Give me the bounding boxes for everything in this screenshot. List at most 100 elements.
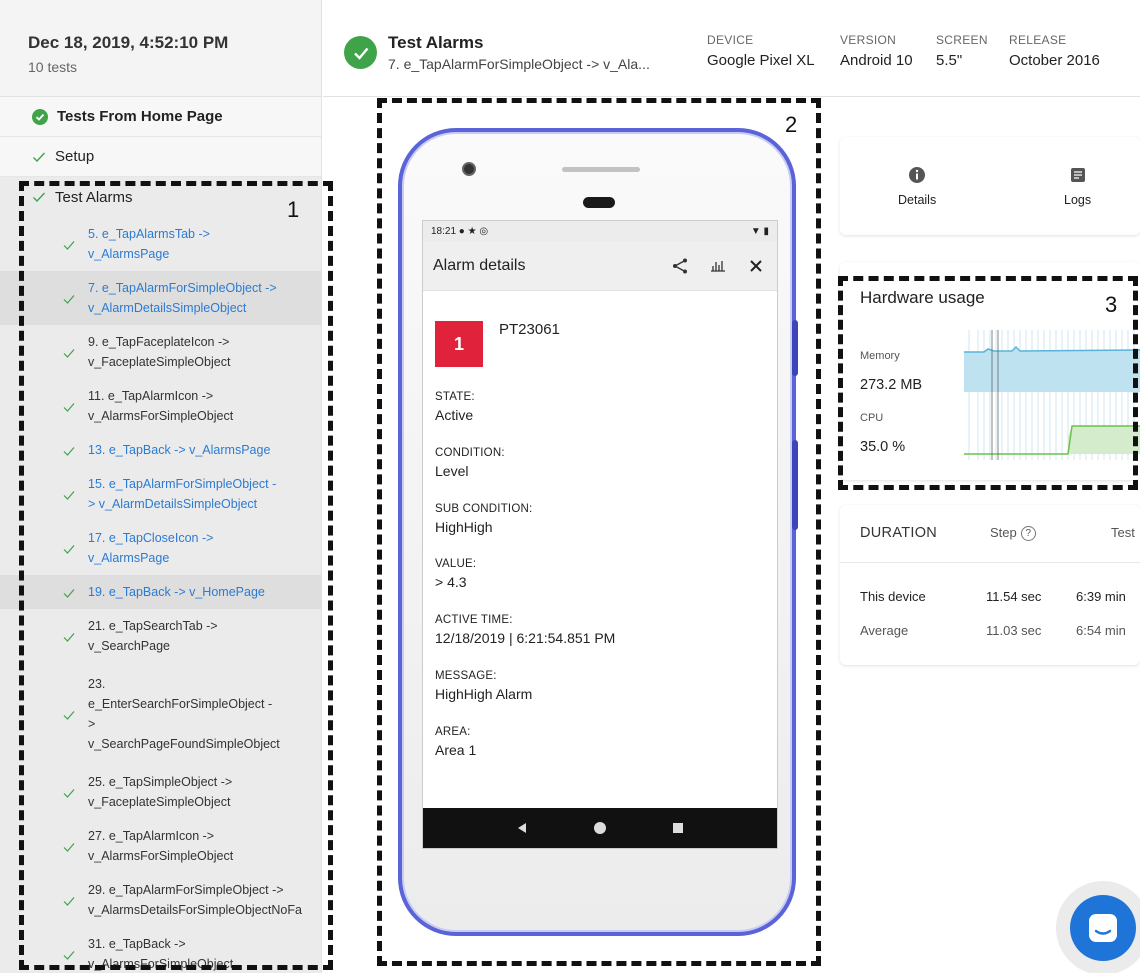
check-icon (63, 843, 75, 852)
sidebar-group-test-alarms: Test Alarms 5. e_TapAlarmsTab -> v_Alarm… (0, 177, 321, 973)
hardware-usage-chart[interactable] (964, 330, 1140, 462)
check-icon (63, 589, 75, 598)
test-duration: 6:54 min (1076, 623, 1126, 638)
field-sub-condition: SUB CONDITION: HighHigh (435, 503, 532, 535)
tab-logs[interactable]: Logs (1064, 165, 1091, 207)
check-icon (63, 447, 75, 456)
annotation-label-1: 1 (287, 197, 300, 222)
run-header[interactable]: Dec 18, 2019, 4:52:10 PM 10 tests (0, 0, 321, 97)
sidebar-item-test-alarms[interactable]: Test Alarms (0, 177, 321, 217)
duration-card: DURATION Step? Test This device 11.54 se… (840, 505, 1140, 665)
release-value: October 2016 (1009, 52, 1100, 69)
status-bar: 18:21 ● ★ ◎ ▼ ▮ (423, 221, 777, 241)
screen-label: SCREEN (936, 33, 988, 47)
alarm-object-name: PT23061 (499, 321, 560, 338)
step-item[interactable]: 15. e_TapAlarmForSimpleObject - > v_Alar… (0, 467, 321, 521)
check-icon (33, 152, 46, 162)
run-date: Dec 18, 2019, 4:52:10 PM (28, 33, 229, 52)
release-label: RELEASE (1009, 33, 1067, 47)
step-item[interactable]: 7. e_TapAlarmForSimpleObject -> v_AlarmD… (0, 271, 321, 325)
release-meta: RELEASE October 2016 (1009, 33, 1100, 69)
test-column-header: Test (1111, 525, 1135, 540)
earpiece-speaker (562, 167, 640, 172)
field-label: CONDITION: (435, 447, 505, 459)
device-screen[interactable]: 18:21 ● ★ ◎ ▼ ▮ Alarm details 1 PT23061 … (422, 220, 778, 849)
step-item[interactable]: 11. e_TapAlarmIcon -> v_AlarmsForSimpleO… (0, 379, 321, 433)
close-icon[interactable] (745, 255, 767, 277)
app-bar: Alarm details (423, 241, 777, 291)
check-icon (63, 295, 75, 304)
step-item[interactable]: 13. e_TapBack -> v_AlarmsPage (0, 433, 321, 467)
info-icon (907, 165, 927, 185)
check-icon (63, 491, 75, 500)
device-meta: DEVICE Google Pixel XL (707, 33, 815, 69)
step-column-header: Step? (990, 525, 1036, 542)
step-item[interactable]: 5. e_TapAlarmsTab -> v_AlarmsPage (0, 217, 321, 271)
field-value: Area 1 (435, 742, 477, 758)
power-button (792, 320, 798, 376)
field-label: MESSAGE: (435, 670, 497, 682)
step-label: 31. e_TapBack -> v_AlarmsForSimpleObject (88, 936, 234, 971)
field-condition: CONDITION: Level (435, 447, 505, 479)
field-value: > 4.3 (435, 574, 467, 590)
step-label: 9. e_TapFaceplateIcon -> v_FaceplateSimp… (88, 334, 231, 369)
screen-meta: SCREEN 5.5" (936, 33, 988, 69)
field-state: STATE: Active (435, 391, 475, 423)
back-nav-icon[interactable] (507, 813, 537, 843)
cpu-value: 35.0 % (860, 439, 906, 455)
volume-button (792, 440, 798, 530)
step-item[interactable]: 29. e_TapAlarmForSimpleObject -> v_Alarm… (0, 873, 321, 927)
home-nav-icon[interactable] (585, 813, 615, 843)
field-value: VALUE: > 4.3 (435, 558, 476, 590)
detail-tabs-card: Details Logs (840, 137, 1140, 235)
cpu-area (1068, 426, 1140, 454)
sidebar-item-label: Test Alarms (55, 188, 133, 206)
step-label: 7. e_TapAlarmForSimpleObject -> v_AlarmD… (88, 280, 277, 315)
step-item[interactable]: 17. e_TapCloseIcon -> v_AlarmsPage (0, 521, 321, 575)
step-item[interactable]: 31. e_TapBack -> v_AlarmsForSimpleObject (0, 927, 321, 973)
step-item[interactable]: 21. e_TapSearchTab -> v_SearchPage (0, 609, 321, 663)
check-icon (63, 711, 75, 720)
field-message: MESSAGE: HighHigh Alarm (435, 670, 532, 702)
step-subtitle: 7. e_TapAlarmForSimpleObject -> v_Ala... (388, 56, 650, 72)
step-item[interactable]: 23. e_EnterSearchForSimpleObject - > v_S… (0, 663, 321, 765)
step-item[interactable]: 25. e_TapSimpleObject -> v_FaceplateSimp… (0, 765, 321, 819)
status-icons: ▼ ▮ (750, 225, 769, 237)
sidebar-item-label: Setup (55, 148, 95, 165)
hardware-usage-title: Hardware usage (860, 288, 985, 307)
run-test-count: 10 tests (28, 59, 78, 75)
memory-area (964, 347, 1140, 392)
field-value: 12/18/2019 | 6:21:54.851 PM (435, 630, 616, 646)
android-nav-bar (423, 808, 777, 848)
test-header: Test Alarms 7. e_TapAlarmForSimpleObject… (323, 0, 1140, 97)
chart-markers (991, 330, 999, 460)
recents-nav-icon[interactable] (663, 813, 693, 843)
help-icon[interactable]: ? (1020, 526, 1036, 542)
chat-support-button[interactable] (1070, 895, 1136, 961)
trend-icon[interactable] (707, 255, 729, 277)
device-value: Google Pixel XL (707, 52, 815, 69)
step-duration: 11.03 sec (986, 623, 1042, 638)
step-duration: 11.54 sec (986, 589, 1042, 604)
step-item[interactable]: 27. e_TapAlarmIcon -> v_AlarmsForSimpleO… (0, 819, 321, 873)
device-mockup: 18:21 ● ★ ◎ ▼ ▮ Alarm details 1 PT23061 … (398, 128, 796, 936)
step-item[interactable]: 19. e_TapBack -> v_HomePage (0, 575, 321, 609)
share-icon[interactable] (669, 255, 691, 277)
field-area: AREA: Area 1 (435, 726, 476, 758)
passed-check-icon (344, 36, 377, 69)
duration-row-label: This device (860, 589, 926, 604)
check-icon (63, 951, 75, 960)
memory-value: 273.2 MB (860, 377, 923, 393)
device-body: 18:21 ● ★ ◎ ▼ ▮ Alarm details 1 PT23061 … (402, 132, 792, 932)
check-icon (63, 897, 75, 906)
sidebar-group-home[interactable]: Tests From Home Page (0, 97, 321, 137)
tab-details[interactable]: Details (898, 165, 936, 207)
sidebar-group-label: Tests From Home Page (57, 108, 223, 125)
step-item[interactable]: 9. e_TapFaceplateIcon -> v_FaceplateSimp… (0, 325, 321, 379)
check-icon (63, 545, 75, 554)
sidebar-item-setup[interactable]: Setup (0, 137, 321, 177)
step-label: 11. e_TapAlarmIcon -> v_AlarmsForSimpleO… (88, 388, 234, 423)
step-label: 29. e_TapAlarmForSimpleObject -> v_Alarm… (88, 882, 302, 917)
test-duration: 6:39 min (1076, 589, 1126, 604)
step-label: 15. e_TapAlarmForSimpleObject - > v_Alar… (88, 476, 277, 511)
